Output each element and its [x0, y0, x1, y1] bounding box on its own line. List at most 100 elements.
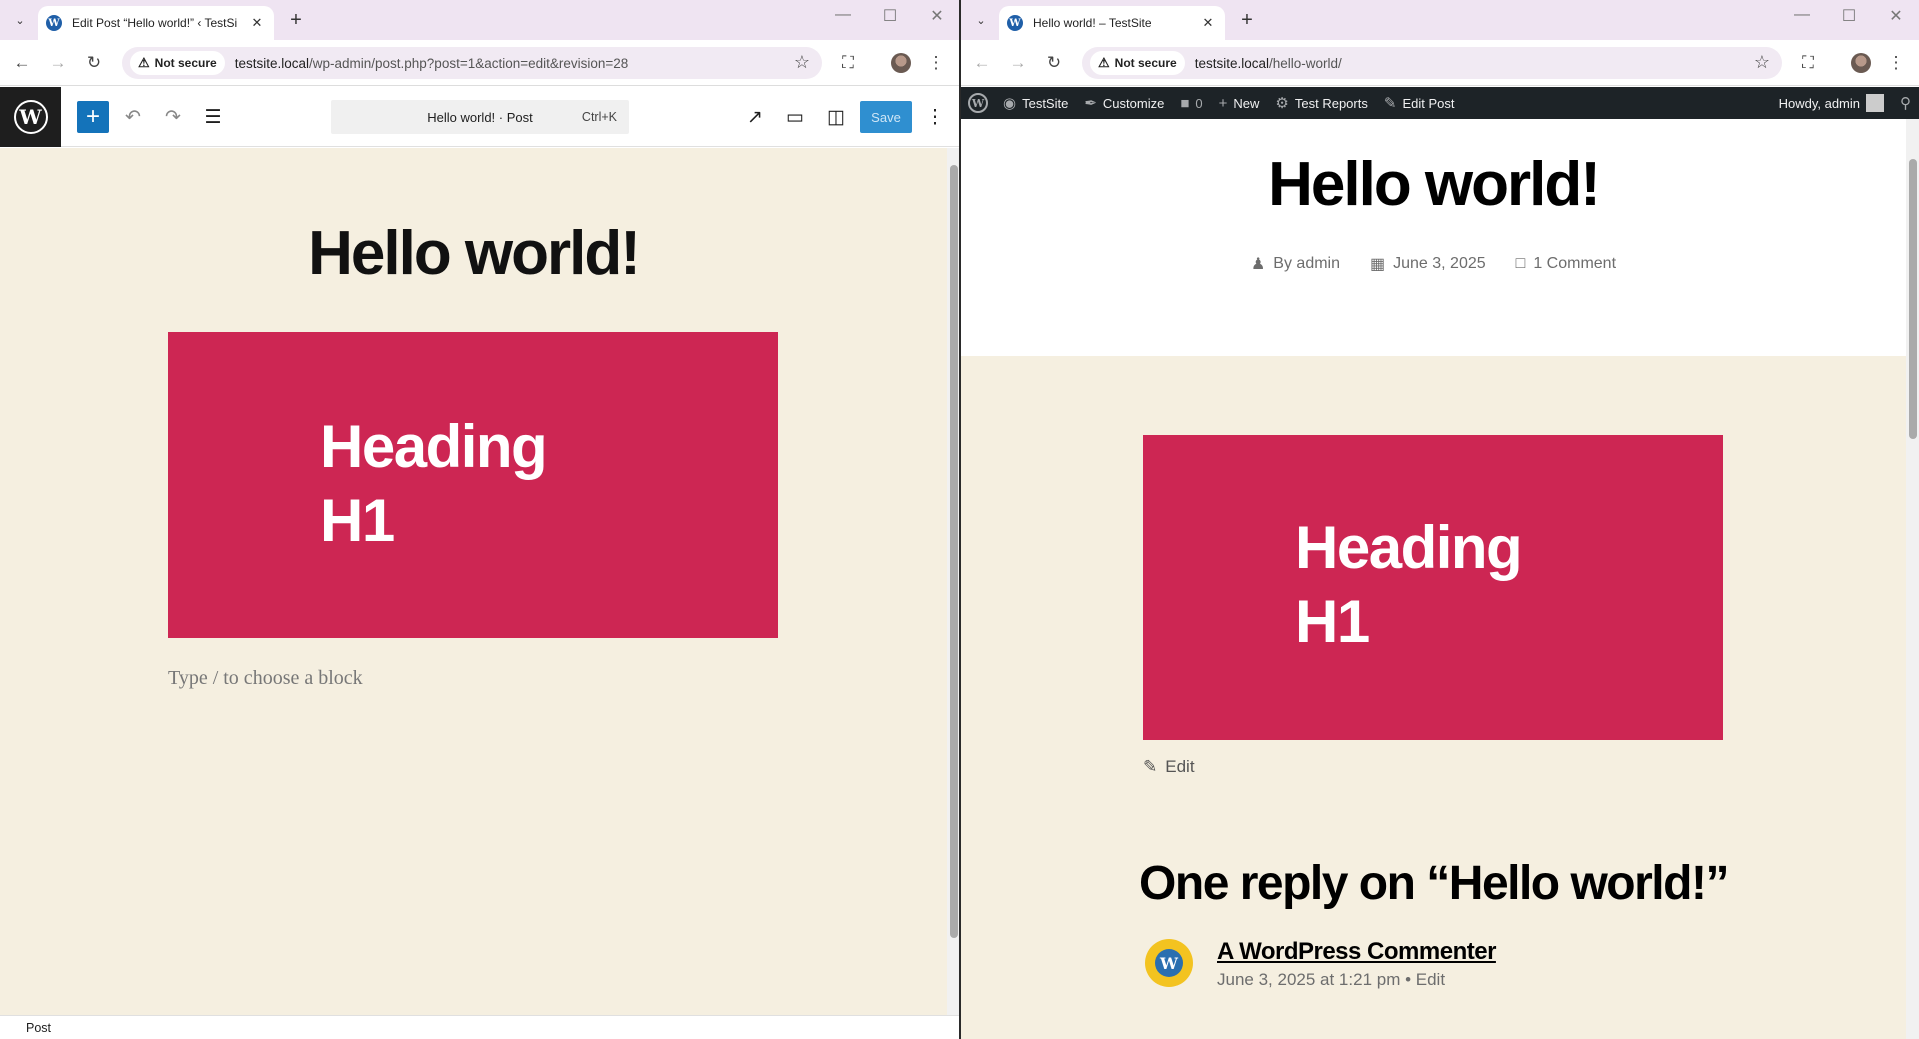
minimize-icon[interactable]: — [1787, 6, 1817, 24]
tab-search-icon[interactable]: ⌄ [8, 8, 32, 32]
post-author-label: By admin [1273, 255, 1340, 272]
breadcrumb-post[interactable]: Post [26, 1021, 51, 1035]
reload-icon[interactable]: ↻ [1042, 51, 1066, 75]
post-comments-label: 1 Comment [1533, 255, 1617, 272]
plus-icon: + [1218, 94, 1228, 112]
cover-block[interactable]: Heading H1 [168, 332, 778, 638]
cover-heading: Heading H1 [1295, 511, 1523, 659]
admin-bar-site-name[interactable]: ◉ TestSite [995, 87, 1076, 119]
bookmark-star-icon[interactable]: ☆ [1754, 52, 1770, 73]
wordpress-logo-button[interactable]: W [0, 87, 61, 147]
minimize-icon[interactable]: — [828, 6, 858, 24]
frontend-browser-window: ⌄ W Hello world! – TestSite ✕ + — ☐ ✕ ← … [961, 0, 1919, 1039]
editor-canvas[interactable]: Hello world! Heading H1 Type / to choose … [0, 148, 947, 1015]
admin-bar-right: Howdy, admin ⚲ [1771, 87, 1919, 119]
cover-heading[interactable]: Heading H1 [320, 410, 548, 558]
tab-title: Edit Post “Hello world!” ‹ TestSi [72, 16, 238, 30]
block-placeholder[interactable]: Type / to choose a block [168, 667, 363, 690]
reload-icon[interactable]: ↻ [82, 51, 106, 75]
comment-bubble-icon: □ [1515, 255, 1526, 272]
page-scrollbar-thumb[interactable] [1909, 159, 1917, 439]
admin-avatar [1866, 94, 1884, 112]
address-bar[interactable]: ⚠ Not secure testsite.local/hello-world/… [1082, 47, 1782, 79]
admin-bar-wp-menu[interactable]: W [961, 87, 995, 119]
post-date[interactable]: ▦ June 3, 2025 [1370, 254, 1486, 274]
gear-bug-icon: ⚙ [1275, 95, 1289, 112]
address-bar[interactable]: ⚠ Not secure testsite.local/wp-admin/pos… [122, 47, 822, 79]
preview-device-icon[interactable]: ▭ [781, 103, 809, 131]
admin-bar-my-account[interactable]: Howdy, admin [1771, 87, 1892, 119]
commenter-name-link[interactable]: A WordPress Commenter [1217, 938, 1496, 966]
admin-bar-comments[interactable]: ■ 0 [1172, 87, 1210, 119]
admin-bar-edit-post-label: Edit Post [1402, 95, 1455, 111]
cover-block: Heading H1 [1143, 435, 1723, 740]
profile-avatar[interactable] [1851, 53, 1871, 73]
save-button[interactable]: Save [860, 101, 912, 133]
editor-header: W + ↶ ↷ ☰ Hello world! · Post Ctrl+K ↗ ▭… [0, 87, 960, 147]
url-text[interactable]: testsite.local/hello-world/ [1195, 56, 1342, 71]
security-chip-label: Not secure [154, 56, 217, 70]
settings-sidebar-icon[interactable]: ◫ [822, 103, 850, 131]
forward-arrow-icon[interactable]: → [46, 51, 70, 75]
new-tab-button[interactable]: + [1235, 8, 1259, 32]
browser-toolbar: ← → ↻ ⚠ Not secure testsite.local/hello-… [961, 40, 1919, 86]
maximize-icon[interactable]: ☐ [875, 6, 905, 26]
tab-close-icon[interactable]: ✕ [1199, 15, 1217, 31]
undo-icon[interactable]: ↶ [119, 103, 147, 131]
admin-bar-site-label: TestSite [1022, 95, 1069, 111]
close-window-icon[interactable]: ✕ [922, 6, 952, 26]
tab-close-icon[interactable]: ✕ [248, 15, 266, 31]
admin-bar-test-reports[interactable]: ⚙ Test Reports [1267, 87, 1375, 119]
comment-meta[interactable]: June 3, 2025 at 1:21 pm • Edit [1217, 970, 1445, 990]
tab-hello-world[interactable]: W Hello world! – TestSite ✕ [999, 6, 1225, 40]
admin-bar-customize-label: Customize [1102, 95, 1165, 111]
post-author[interactable]: ♟ By admin [1251, 254, 1340, 274]
calendar-icon: ▦ [1370, 256, 1386, 273]
maximize-icon[interactable]: ☐ [1834, 6, 1864, 26]
tab-title: Hello world! – TestSite [1033, 16, 1152, 30]
post-title: Hello world! [1268, 150, 1601, 219]
close-window-icon[interactable]: ✕ [1881, 6, 1911, 26]
post-comments-link[interactable]: □ 1 Comment [1516, 254, 1616, 274]
post-edit-label: Edit [1165, 757, 1195, 776]
back-arrow-icon[interactable]: ← [10, 51, 34, 75]
forward-arrow-icon[interactable]: → [1006, 51, 1030, 75]
admin-bar-edit-post[interactable]: ✎ Edit Post [1376, 87, 1463, 119]
bookmark-star-icon[interactable]: ☆ [794, 52, 810, 73]
browser-menu-icon[interactable]: ⋮ [924, 51, 948, 75]
new-tab-button[interactable]: + [284, 8, 308, 32]
post-title-input[interactable]: Hello world! [0, 218, 947, 289]
command-palette-bar[interactable]: Hello world! · Post Ctrl+K [331, 100, 629, 134]
admin-bar-search[interactable]: ⚲ [1892, 87, 1919, 119]
add-block-button[interactable]: + [77, 101, 109, 133]
post-edit-link[interactable]: ✎ Edit [1143, 757, 1195, 777]
extensions-puzzle-icon[interactable]: ⛶ [836, 51, 860, 75]
document-overview-icon[interactable]: ☰ [199, 103, 227, 131]
editor-scrollbar-thumb[interactable] [950, 165, 958, 938]
browser-menu-icon[interactable]: ⋮ [1884, 51, 1908, 75]
admin-bar-new-label: New [1233, 95, 1260, 111]
wordpress-favicon-icon: W [46, 15, 62, 31]
security-chip[interactable]: ⚠ Not secure [130, 51, 225, 75]
profile-avatar[interactable] [891, 53, 911, 73]
redo-icon[interactable]: ↷ [159, 103, 187, 131]
url-path: /hello-world/ [1268, 55, 1342, 71]
commenter-avatar: W [1145, 939, 1193, 987]
back-arrow-icon[interactable]: ← [970, 51, 994, 75]
post-meta: ♟ By admin ▦ June 3, 2025 □ 1 Comment [961, 254, 1906, 274]
person-icon: ♟ [1250, 256, 1266, 273]
page-scrollbar[interactable] [1906, 119, 1919, 1039]
wordpress-logo-icon: W [968, 93, 988, 113]
tab-edit-post[interactable]: W Edit Post “Hello world!” ‹ TestSi ✕ [38, 6, 274, 40]
view-post-external-icon[interactable]: ↗ [741, 103, 769, 131]
admin-bar-customize[interactable]: ✒ Customize [1076, 87, 1172, 119]
url-host: testsite.local [234, 55, 309, 71]
comment-bubble-icon: ■ [1180, 94, 1190, 112]
editor-options-icon[interactable]: ⋮ [921, 103, 949, 131]
url-text[interactable]: testsite.local/wp-admin/post.php?post=1&… [235, 56, 629, 71]
security-chip[interactable]: ⚠ Not secure [1090, 51, 1185, 75]
tab-search-icon[interactable]: ⌄ [969, 8, 993, 32]
cover-heading-line1: Heading [1295, 514, 1523, 581]
admin-bar-new[interactable]: + New [1211, 87, 1268, 119]
extensions-puzzle-icon[interactable]: ⛶ [1796, 51, 1820, 75]
